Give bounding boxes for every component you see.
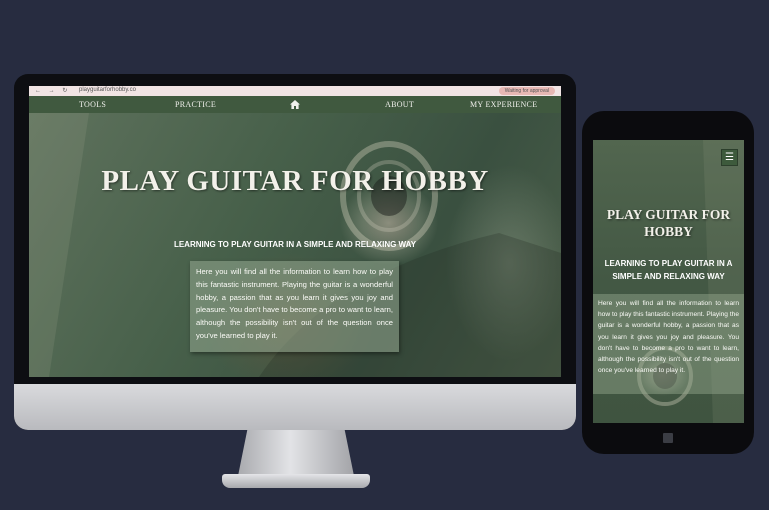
browser-address-bar: ← → ↻ playguitarforhobby.co Waiting for …: [29, 86, 561, 96]
mobile-hero-title: PLAY GUITAR FOR HOBBY: [606, 207, 731, 239]
monitor-stand: [238, 430, 354, 476]
monitor-base: [222, 474, 370, 488]
monitor-chin: [14, 384, 576, 430]
browser-badge[interactable]: Waiting for approval: [498, 87, 555, 95]
mobile-hero-subtitle: LEARNING TO PLAY GUITAR IN A SIMPLE AND …: [604, 259, 733, 281]
hamburger-icon[interactable]: ☰: [721, 149, 738, 166]
nav-item-about[interactable]: ABOUT: [385, 96, 414, 113]
mobile-screen: ☰ PLAY GUITAR FOR HOBBY LEARNING TO PLAY…: [593, 140, 744, 423]
hero-title: PLAY GUITAR FOR HOBBY: [101, 165, 489, 197]
mobile-hero-section: ☰ PLAY GUITAR FOR HOBBY LEARNING TO PLAY…: [593, 140, 744, 423]
nav-item-my-experience[interactable]: MY EXPERIENCE: [470, 96, 537, 113]
hero-intro-text: Here you will find all the information t…: [190, 261, 399, 352]
mobile-hero-intro-text: Here you will find all the information t…: [593, 294, 744, 394]
browser-url[interactable]: playguitarforhobby.co: [79, 87, 136, 93]
site-navbar: TOOLS PRACTICE ABOUT MY EXPERIENCE: [29, 96, 561, 113]
nav-item-practice[interactable]: PRACTICE: [175, 96, 216, 113]
desktop-screen: ← → ↻ playguitarforhobby.co Waiting for …: [29, 86, 561, 377]
home-icon[interactable]: [290, 96, 302, 113]
hero-subtitle: LEARNING TO PLAY GUITAR IN A SIMPLE AND …: [173, 240, 417, 249]
phone-home-button[interactable]: [663, 433, 673, 443]
hero-section: PLAY GUITAR FOR HOBBY LEARNING TO PLAY G…: [29, 113, 561, 377]
nav-item-tools[interactable]: TOOLS: [79, 96, 106, 113]
browser-controls-icon[interactable]: ← → ↻: [35, 87, 70, 94]
